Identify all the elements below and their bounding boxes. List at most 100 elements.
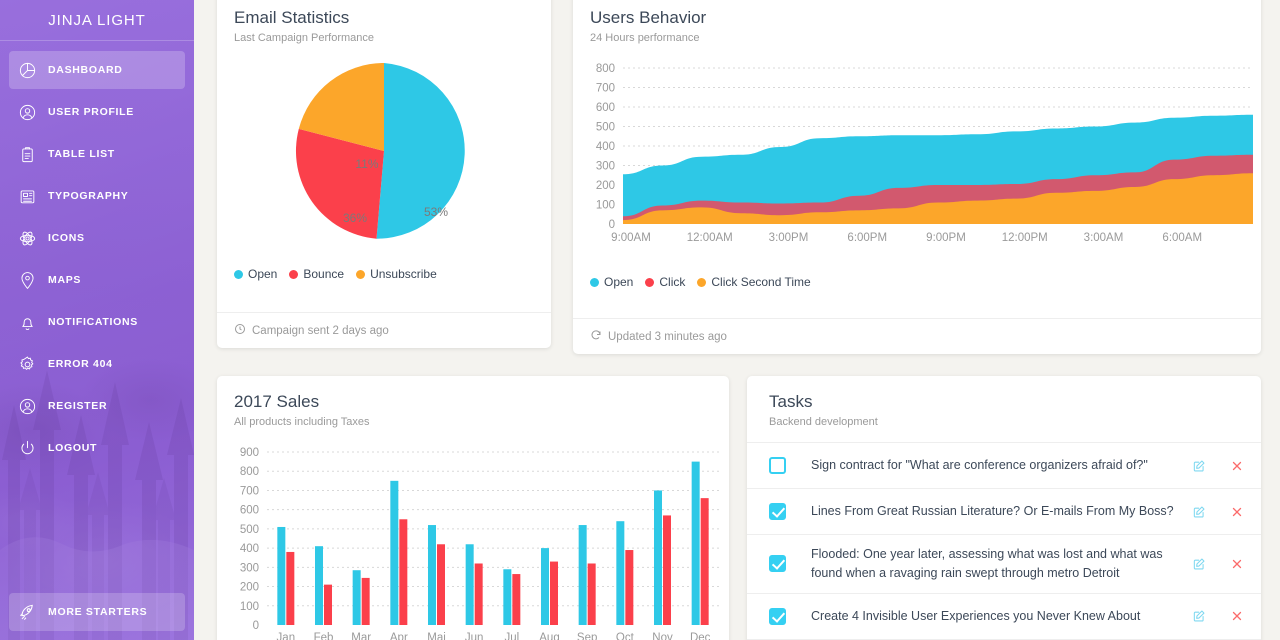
bar-y-tick: 300: [240, 562, 259, 574]
tasks-list: Sign contract for "What are conference o…: [747, 442, 1261, 640]
sales-bar: [654, 490, 662, 625]
task-checkbox[interactable]: [769, 607, 786, 625]
sidebar-item-icons[interactable]: ICONS: [9, 219, 185, 257]
sales-bar: [324, 584, 332, 625]
area-y-tick: 600: [596, 102, 615, 114]
area-y-tick: 100: [596, 200, 615, 212]
email-legend-item[interactable]: Unsubscribe: [356, 267, 437, 281]
gear-icon: [18, 352, 48, 376]
task-row: Flooded: One year later, assessing what …: [747, 534, 1261, 593]
sidebar-nav: DASHBOARD USER PROFILE TABLE LIST TYPOGRAPH…: [0, 41, 194, 467]
sidebar-item-label: MAPS: [48, 274, 82, 286]
sidebar-item-logout[interactable]: LOGOUT: [9, 429, 185, 467]
user-circle-icon: [18, 394, 48, 418]
legend-color-dot: [697, 277, 707, 287]
close-x-icon[interactable]: [1229, 504, 1245, 520]
task-row: Create 4 Invisible User Experiences you …: [747, 592, 1261, 639]
refresh-icon: [590, 329, 602, 344]
bar-x-tick: Jun: [465, 632, 484, 640]
behavior-card-subtitle: 24 Hours performance: [590, 32, 700, 44]
rocket-icon: [18, 600, 48, 624]
sidebar: JINJA LIGHT DASHBOARD USER PROFILE TABLE L…: [0, 0, 194, 640]
sales-bar: [399, 519, 408, 625]
behavior-legend-item[interactable]: Click: [645, 275, 685, 289]
sales-bar: [691, 461, 700, 625]
area-x-tick: 3:00PM: [769, 232, 809, 244]
sales-card: 2017 Sales All products including Taxes …: [217, 376, 729, 640]
edit-pencil-icon[interactable]: [1191, 608, 1207, 624]
pie-label-bounce: 36%: [343, 211, 367, 225]
close-x-icon[interactable]: [1229, 608, 1245, 624]
legend-label: Click: [659, 275, 686, 289]
sales-bar: [428, 525, 436, 625]
sales-bar: [541, 548, 549, 625]
bar-y-tick: 100: [240, 601, 259, 613]
sales-card-subtitle: All products including Taxes: [234, 416, 370, 428]
behavior-legend-item[interactable]: Open: [590, 275, 633, 289]
sales-bar: [390, 480, 399, 625]
sales-bar: [587, 563, 596, 625]
area-y-tick: 200: [596, 180, 615, 192]
bar-x-tick: Feb: [314, 632, 334, 640]
sidebar-item-table-list[interactable]: TABLE LIST: [9, 135, 185, 173]
sidebar-item-register[interactable]: REGISTER: [9, 387, 185, 425]
tasks-card-title: Tasks: [769, 392, 813, 411]
behavior-legend-item[interactable]: Click Second Time: [697, 275, 811, 289]
tasks-card-subtitle: Backend development: [769, 416, 878, 428]
sidebar-item-typography[interactable]: TYPOGRAPHY: [9, 177, 185, 215]
bar-y-tick: 800: [240, 466, 259, 478]
edit-pencil-icon[interactable]: [1191, 556, 1207, 572]
bar-x-tick: Jan: [277, 632, 296, 640]
bar-y-tick: 0: [253, 620, 259, 632]
bar-x-tick: Oct: [616, 632, 635, 640]
legend-label: Click Second Time: [711, 275, 811, 289]
edit-pencil-icon[interactable]: [1191, 504, 1207, 520]
sales-bar: [700, 498, 709, 625]
sidebar-item-error-404[interactable]: ERROR 404: [9, 345, 185, 383]
behavior-legend: Open Click Click Second Time: [573, 259, 1261, 289]
email-card-footer: Campaign sent 2 days ago: [217, 312, 551, 348]
area-y-tick: 400: [596, 141, 615, 153]
brand-title[interactable]: JINJA LIGHT: [0, 0, 194, 41]
power-icon: [18, 436, 48, 460]
sales-bar: [286, 551, 295, 625]
sidebar-item-notifications[interactable]: NOTIFICATIONS: [9, 303, 185, 341]
legend-label: Bounce: [303, 267, 345, 281]
sales-bar: [512, 574, 521, 625]
bar-y-tick: 600: [240, 505, 259, 517]
sidebar-item-label: USER PROFILE: [48, 106, 134, 118]
area-x-tick: 6:00PM: [847, 232, 887, 244]
area-x-tick: 12:00PM: [1002, 232, 1048, 244]
email-legend-item[interactable]: Open: [234, 267, 277, 281]
edit-pencil-icon[interactable]: [1191, 458, 1207, 474]
sidebar-item-dashboard[interactable]: DASHBOARD: [9, 51, 185, 89]
sidebar-item-user-profile[interactable]: USER PROFILE: [9, 93, 185, 131]
sales-bar: [663, 515, 671, 625]
more-starters-button[interactable]: MORE STARTERS: [9, 593, 185, 631]
pie-chart-icon: [18, 58, 48, 82]
legend-color-dot: [289, 269, 299, 279]
legend-color-dot: [590, 277, 599, 287]
close-x-icon[interactable]: [1229, 556, 1245, 572]
pie-label-open: 53%: [424, 205, 448, 219]
bar-x-tick: Dec: [690, 632, 711, 640]
dashboard-page: JINJA LIGHT DASHBOARD USER PROFILE TABLE L…: [0, 0, 1280, 640]
task-checkbox[interactable]: [769, 555, 786, 573]
sales-bar-chart: 0 100 200 300 400 500 600 700 800 900 Jan Feb Mar Apr…: [240, 447, 719, 640]
area-y-tick: 800: [596, 63, 615, 75]
email-legend-item[interactable]: Bounce: [289, 267, 344, 281]
bar-y-tick: 200: [240, 582, 259, 594]
task-checkbox[interactable]: [769, 457, 786, 474]
sidebar-item-maps[interactable]: MAPS: [9, 261, 185, 299]
sidebar-item-label: TYPOGRAPHY: [48, 190, 129, 202]
sidebar-item-label: REGISTER: [48, 400, 108, 412]
sales-bar: [352, 570, 361, 625]
sales-card-title: 2017 Sales: [234, 392, 320, 411]
task-row: Sign contract for "What are conference o…: [747, 442, 1261, 488]
behavior-card-footer: Updated 3 minutes ago: [573, 318, 1261, 354]
bar-x-tick: Nov: [652, 632, 673, 640]
sales-bar: [361, 577, 370, 625]
close-x-icon[interactable]: [1229, 458, 1245, 474]
legend-color-dot: [234, 269, 243, 279]
task-checkbox[interactable]: [769, 503, 786, 520]
